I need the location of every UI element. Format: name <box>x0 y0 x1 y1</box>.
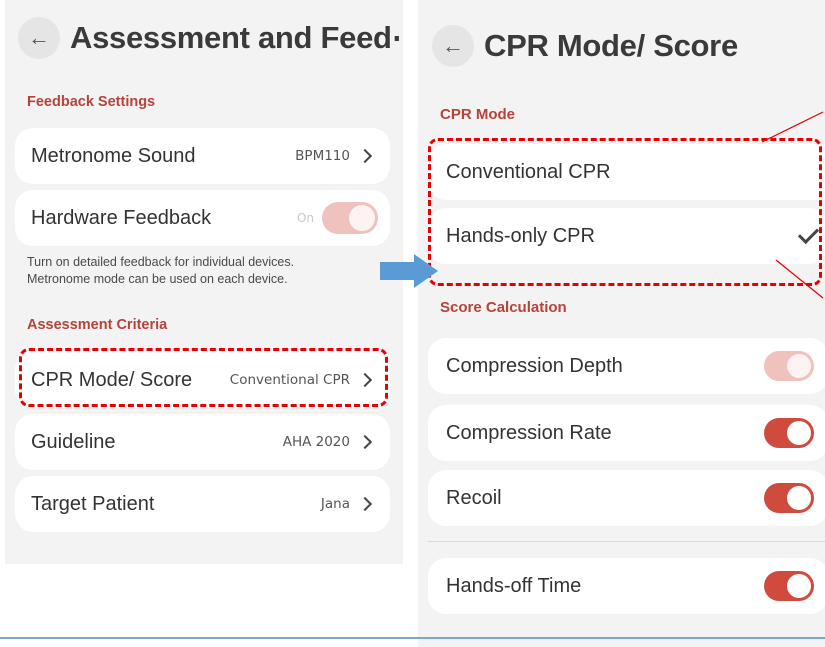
description-line-1: Turn on detailed feedback for individual… <box>27 255 295 269</box>
toggle-knob <box>787 354 811 378</box>
toggle-state-label: On <box>296 211 314 225</box>
toggle-knob <box>349 205 375 231</box>
left-header: ← Assessment and Feed⋯ <box>18 17 403 59</box>
description-line-2: Metronome mode can be used on each devic… <box>27 272 288 286</box>
callout-lines <box>761 111 824 299</box>
target-patient-value: Jana <box>320 496 350 512</box>
target-value-wrap: Jana <box>321 496 374 512</box>
score-calculation-label: Score Calculation <box>440 299 567 316</box>
hands-off-time-row: Hands-off Time <box>428 558 825 614</box>
toggle-knob <box>787 486 811 510</box>
metronome-sound-label: Metronome Sound <box>31 144 196 167</box>
hands-off-time-label: Hands-off Time <box>446 574 582 597</box>
hands-off-time-toggle[interactable] <box>764 571 814 601</box>
back-button[interactable]: ← <box>432 25 474 67</box>
hardware-feedback-label: Hardware Feedback <box>31 206 212 229</box>
guideline-label: Guideline <box>31 430 116 453</box>
toggle-knob <box>787 421 811 445</box>
feedback-settings-label: Feedback Settings <box>27 94 156 110</box>
arrow-left-icon: ← <box>442 33 464 58</box>
toggle-knob <box>787 574 811 598</box>
compression-rate-toggle[interactable] <box>764 418 814 448</box>
recoil-toggle[interactable] <box>764 483 814 513</box>
back-button[interactable]: ← <box>18 17 60 59</box>
assessment-criteria-label: Assessment Criteria <box>27 317 168 333</box>
page-title: CPR Mode/ Score <box>484 28 738 63</box>
metronome-sound-value: BPM110 <box>295 148 350 164</box>
cpr-mode-score-screen: ← CPR Mode/ Score CPR Mode Conventional … <box>418 0 825 647</box>
section-divider <box>428 541 825 542</box>
compression-rate-label: Compression Rate <box>446 421 612 444</box>
highlight-cpr-mode-row <box>19 348 388 407</box>
arrow-head <box>414 254 438 288</box>
compression-depth-toggle[interactable] <box>764 351 814 381</box>
transition-arrow-icon <box>380 254 438 288</box>
recoil-label: Recoil <box>446 486 502 509</box>
compression-rate-row: Compression Rate <box>428 405 825 461</box>
guideline-value: AHA 2020 <box>282 434 350 450</box>
arrow-shaft <box>380 262 416 280</box>
callout-line-top <box>761 111 824 143</box>
hardware-feedback-row: Hardware Feedback On <box>15 190 390 246</box>
bottom-divider-line <box>0 637 825 639</box>
right-header: ← CPR Mode/ Score <box>432 25 738 67</box>
hardware-feedback-toggle[interactable] <box>322 202 378 234</box>
chevron-right-icon <box>357 496 373 512</box>
compression-depth-row: Compression Depth <box>428 338 825 394</box>
hardware-feedback-description: Turn on detailed feedback for individual… <box>27 254 294 288</box>
chevron-right-icon <box>357 148 373 164</box>
guideline-row[interactable]: Guideline AHA 2020 <box>15 414 390 470</box>
target-patient-label: Target Patient <box>31 492 155 515</box>
target-patient-row[interactable]: Target Patient Jana <box>15 476 390 532</box>
metronome-sound-row[interactable]: Metronome Sound BPM110 <box>15 128 390 184</box>
metronome-value-wrap: BPM110 <box>295 148 374 164</box>
recoil-row: Recoil <box>428 470 825 526</box>
assessment-feedback-screen: ← Assessment and Feed⋯ Feedback Settings… <box>5 0 403 564</box>
page-title: Assessment and Feed⋯ <box>70 20 403 55</box>
guideline-value-wrap: AHA 2020 <box>283 434 374 450</box>
hardware-toggle-wrap: On <box>297 202 378 234</box>
compression-depth-label: Compression Depth <box>446 354 623 377</box>
arrow-left-icon: ← <box>28 25 50 50</box>
cpr-mode-section-label: CPR Mode <box>440 106 515 123</box>
chevron-right-icon <box>357 434 373 450</box>
callout-line-bottom <box>775 259 824 299</box>
